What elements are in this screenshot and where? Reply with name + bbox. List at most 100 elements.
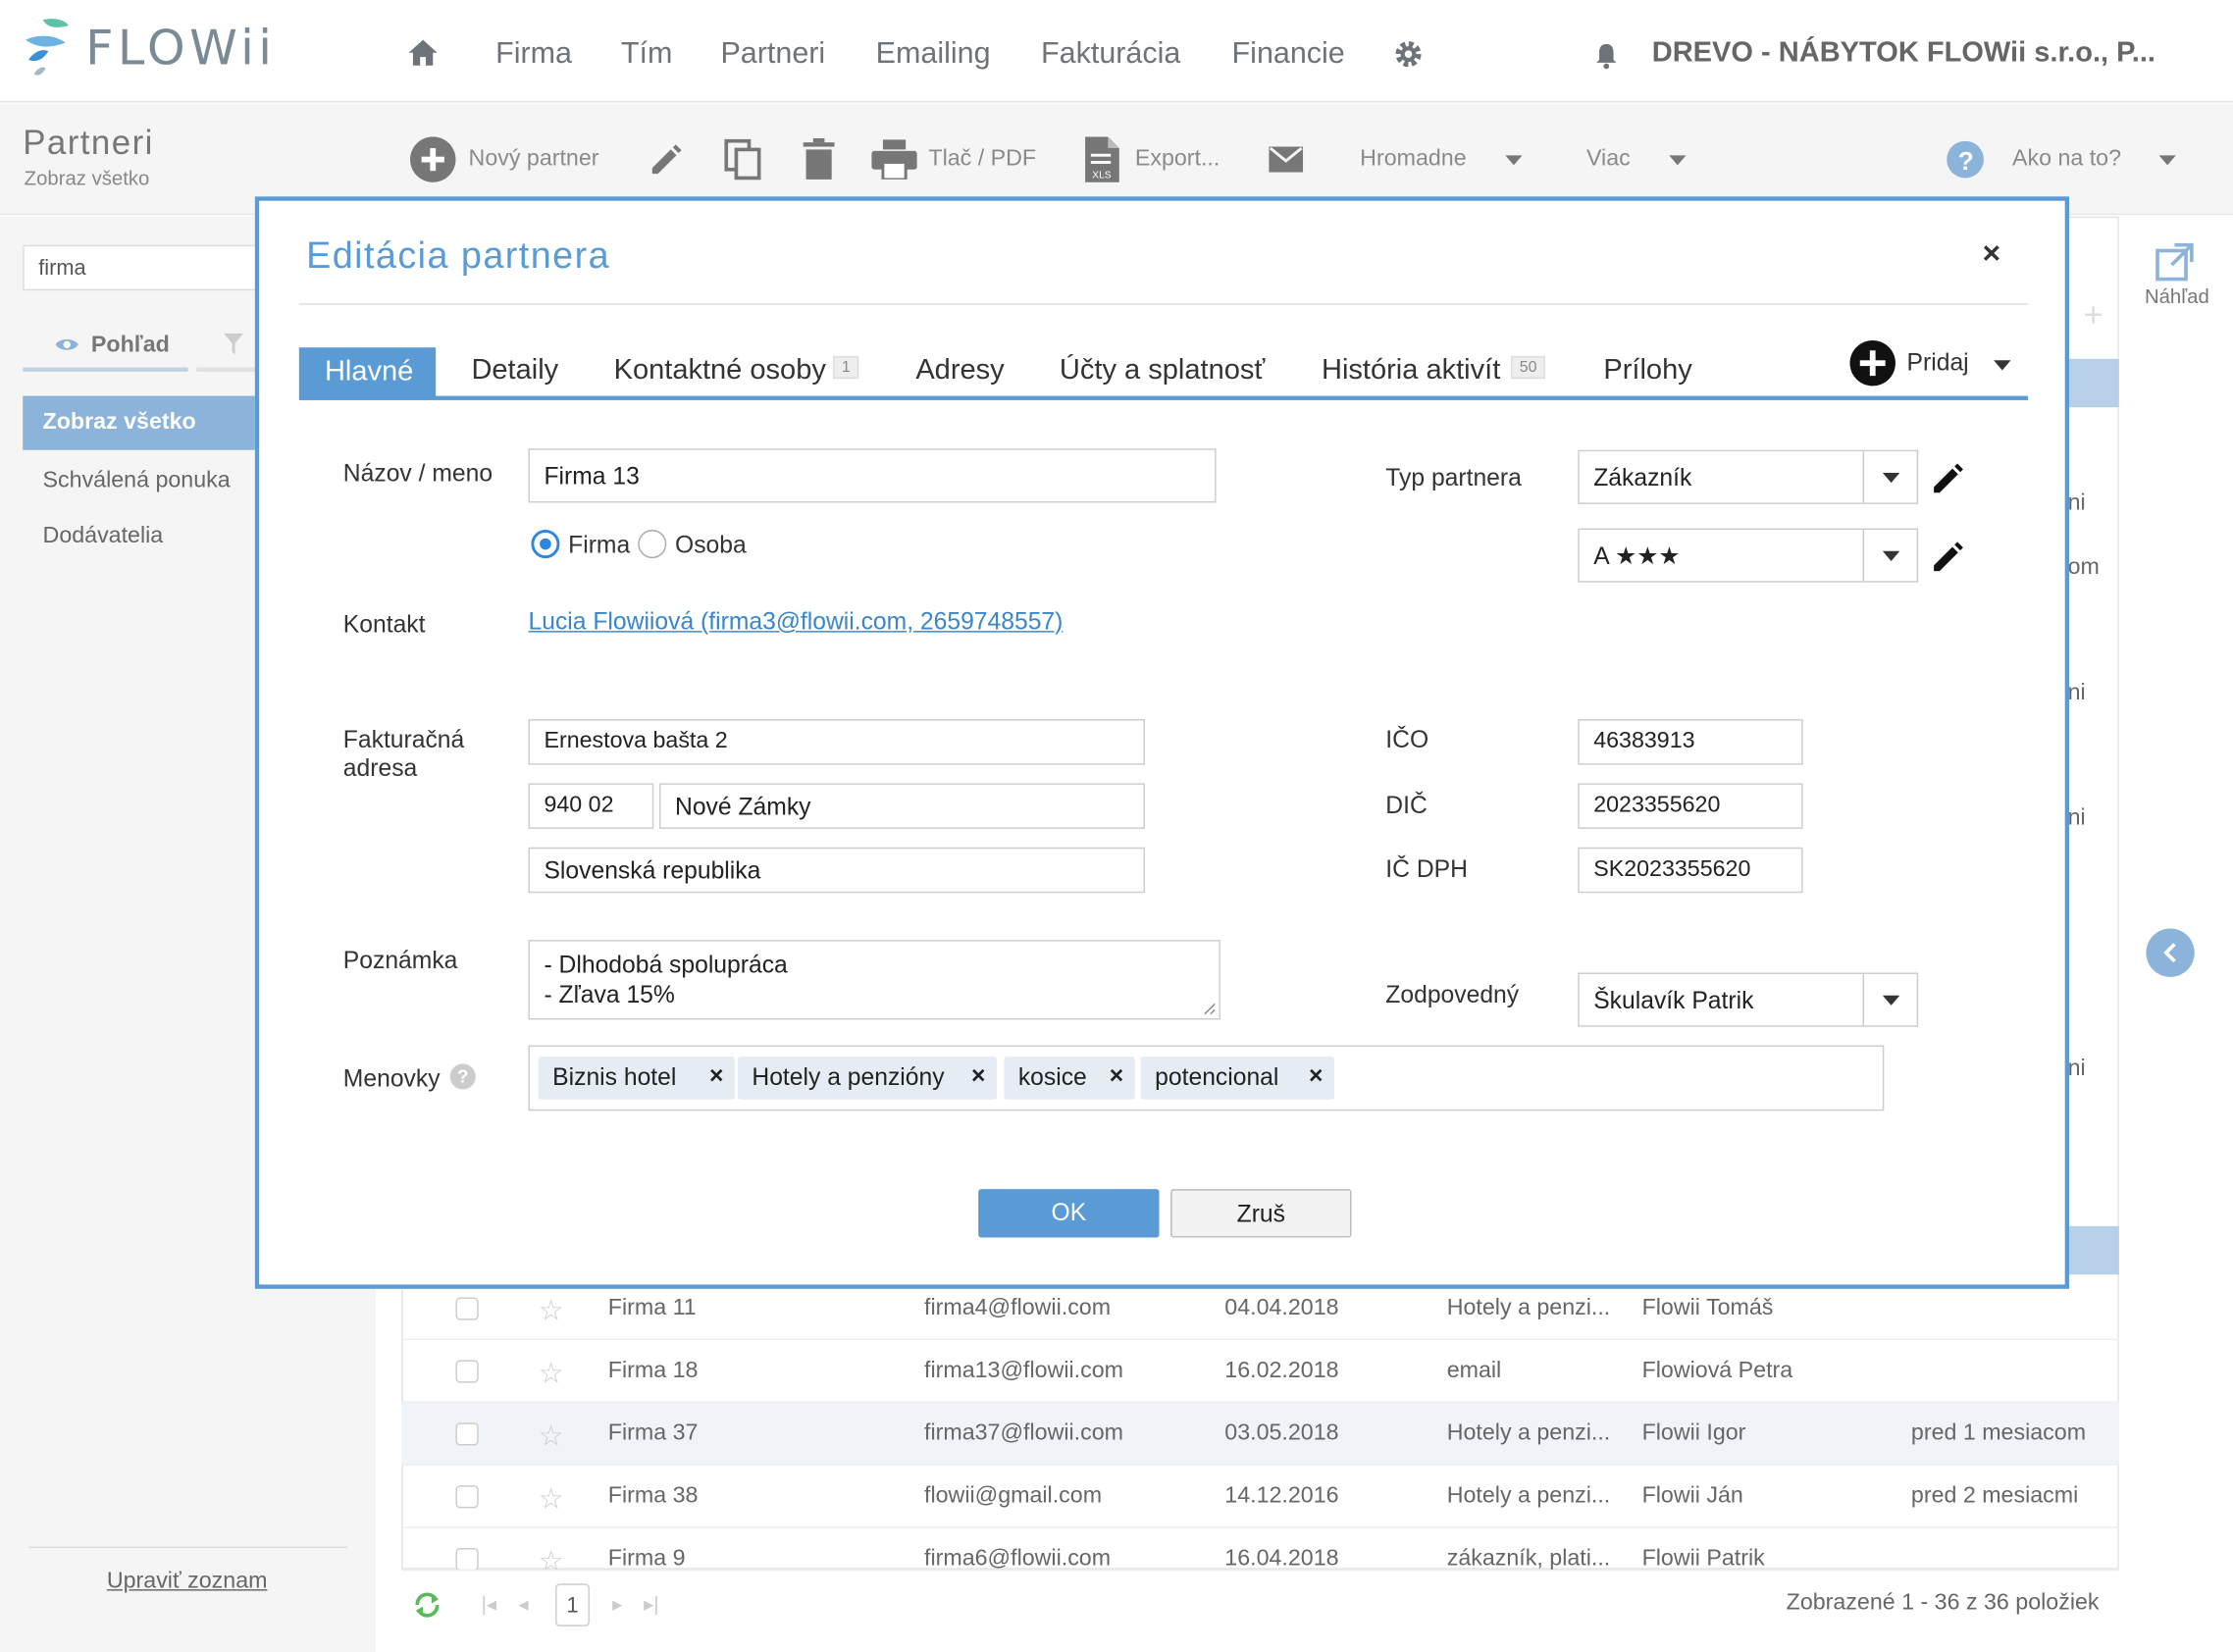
note-textarea[interactable]: - Dlhodobá spolupráca - Zľava 15% — [528, 940, 1220, 1020]
tab-main[interactable]: Hlavné — [298, 347, 437, 398]
star-icon[interactable]: ☆ — [539, 1544, 564, 1570]
chevron-down-icon[interactable] — [1862, 973, 1917, 1026]
nav-emailing[interactable]: Emailing — [876, 37, 991, 72]
collapse-panel-button[interactable] — [2146, 928, 2195, 977]
rating-select[interactable]: A ★★★ — [1578, 528, 1919, 583]
partner-type-select[interactable]: Zákazník — [1578, 449, 1919, 504]
envelope-icon[interactable] — [1269, 146, 1304, 173]
radio-company[interactable] — [531, 530, 560, 559]
company-name[interactable]: DREVO - NÁBYTOK FLOWii s.r.o., P... — [1652, 37, 2155, 70]
filter-icon[interactable] — [223, 333, 244, 356]
city-input[interactable]: Nové Zámky — [659, 783, 1146, 829]
tab-accounts[interactable]: Účty a splatnosť — [1060, 354, 1265, 387]
trash-icon[interactable] — [803, 137, 835, 181]
sidebar-view-tab[interactable]: Pohľad — [91, 334, 170, 359]
plus-icon — [1859, 350, 1886, 377]
nav-partneri[interactable]: Partneri — [720, 37, 825, 72]
add-button[interactable] — [1849, 339, 1895, 387]
logo[interactable]: FLOWii — [23, 17, 279, 82]
tab-attachments[interactable]: Prílohy — [1603, 354, 1691, 387]
remove-tag-icon[interactable]: × — [971, 1062, 985, 1091]
chevron-down-icon[interactable] — [1862, 451, 1917, 503]
edit-icon[interactable] — [1930, 460, 1967, 497]
row-checkbox[interactable] — [455, 1422, 479, 1446]
chevron-down-icon[interactable] — [1669, 155, 1687, 167]
icdph-input[interactable]: SK2023355620 — [1578, 847, 1803, 894]
chevron-down-icon[interactable] — [2158, 155, 2176, 167]
help-icon[interactable]: ? — [449, 1063, 476, 1090]
prev-page-icon[interactable]: ◂ — [518, 1592, 528, 1617]
row-checkbox[interactable] — [455, 1297, 479, 1320]
street-input[interactable]: Ernestova bašta 2 — [528, 719, 1146, 765]
export-button[interactable]: Export... — [1135, 147, 1220, 173]
more-dropdown[interactable]: Viac — [1586, 147, 1631, 173]
table-row[interactable]: ☆ Firma 37 firma37@flowii.com 03.05.2018… — [401, 1402, 2119, 1466]
edit-icon[interactable] — [648, 141, 685, 179]
row-checkbox[interactable] — [455, 1547, 479, 1570]
sidebar-item-approved-offer[interactable]: Schválená ponuka — [43, 469, 231, 494]
refresh-icon[interactable] — [413, 1592, 441, 1618]
ico-input[interactable]: 46383913 — [1578, 719, 1803, 765]
close-icon[interactable]: × — [1982, 235, 2000, 273]
help-icon[interactable]: ? — [1947, 140, 1984, 179]
nav-fakturacia[interactable]: Fakturácia — [1041, 37, 1180, 72]
tab-details[interactable]: Detaily — [471, 354, 558, 387]
add-icon[interactable]: + — [2084, 296, 2103, 336]
table-row[interactable]: ☆ Firma 18 firma13@flowii.com 16.02.2018… — [401, 1340, 2119, 1403]
add-circle-icon[interactable] — [410, 136, 456, 182]
remove-tag-icon[interactable]: × — [709, 1062, 723, 1091]
country-input[interactable]: Slovenská republika — [528, 847, 1146, 894]
tab-addresses[interactable]: Adresy — [915, 354, 1004, 387]
home-icon[interactable] — [407, 38, 439, 67]
dic-input[interactable]: 2023355620 — [1578, 783, 1803, 829]
first-page-icon[interactable]: |◂ — [482, 1592, 496, 1617]
tab-contacts[interactable]: Kontaktné osoby — [614, 354, 826, 387]
edit-list-link[interactable]: Upraviť zoznam — [107, 1570, 268, 1595]
print-pdf-button[interactable]: Tlač / PDF — [928, 147, 1036, 173]
name-input[interactable]: Firma 13 — [528, 448, 1217, 503]
gear-icon[interactable] — [1393, 38, 1425, 70]
remove-tag-icon[interactable]: × — [1110, 1062, 1123, 1091]
remove-tag-icon[interactable]: × — [1309, 1062, 1323, 1091]
external-link-icon[interactable] — [2155, 242, 2195, 283]
bulk-dropdown[interactable]: Hromadne — [1360, 147, 1466, 173]
star-icon[interactable]: ☆ — [539, 1356, 564, 1391]
star-icon[interactable]: ☆ — [539, 1419, 564, 1454]
page-number[interactable]: 1 — [555, 1583, 590, 1626]
radio-company-label[interactable]: Firma — [568, 531, 630, 559]
cancel-button[interactable]: Zruš — [1170, 1189, 1352, 1238]
next-page-icon[interactable]: ▸ — [612, 1592, 622, 1617]
radio-person[interactable] — [638, 530, 667, 559]
table-row[interactable]: ☆ Firma 38 flowii@gmail.com 14.12.2016 H… — [401, 1466, 2119, 1528]
print-icon[interactable] — [871, 139, 917, 180]
excel-export-icon[interactable]: XLS — [1085, 136, 1119, 182]
preview-label[interactable]: Náhľad — [2145, 284, 2209, 307]
zip-input[interactable]: 940 02 — [528, 783, 654, 829]
edit-icon[interactable] — [1930, 539, 1967, 576]
last-page-icon[interactable]: ▸| — [644, 1592, 658, 1617]
chevron-down-icon[interactable] — [1862, 530, 1917, 582]
new-partner-button[interactable]: Nový partner — [469, 147, 599, 173]
row-checkbox[interactable] — [455, 1360, 479, 1383]
resize-handle-icon[interactable] — [1202, 1002, 1217, 1016]
table-row[interactable]: ☆ Firma 9 firma6@flowii.com 16.04.2018 z… — [401, 1528, 2119, 1572]
star-icon[interactable]: ☆ — [539, 1481, 564, 1517]
tab-history[interactable]: História aktivít — [1322, 354, 1500, 387]
bell-icon[interactable] — [1592, 41, 1621, 70]
copy-icon[interactable] — [723, 138, 763, 181]
owner-select[interactable]: Škulavík Patrik — [1578, 972, 1919, 1027]
ok-button[interactable]: OK — [978, 1189, 1160, 1238]
chevron-down-icon[interactable] — [1505, 155, 1523, 167]
contact-link[interactable]: Lucia Flowiiová (firma3@flowii.com, 2659… — [529, 608, 1064, 637]
row-checkbox[interactable] — [455, 1485, 479, 1509]
nav-firma[interactable]: Firma — [495, 37, 572, 72]
tags-input[interactable]: Biznis hotel × Hotely a penzióny × kosice ×… — [528, 1045, 1885, 1111]
star-icon[interactable]: ☆ — [539, 1293, 564, 1328]
help-button[interactable]: Ako na to? — [2012, 147, 2121, 173]
radio-person-label[interactable]: Osoba — [675, 531, 747, 559]
nav-financie[interactable]: Financie — [1232, 37, 1345, 72]
sidebar-item-suppliers[interactable]: Dodávatelia — [43, 524, 164, 549]
add-label[interactable]: Pridaj — [1907, 349, 1969, 378]
nav-tim[interactable]: Tím — [621, 37, 672, 72]
chevron-down-icon[interactable] — [1994, 360, 2011, 371]
